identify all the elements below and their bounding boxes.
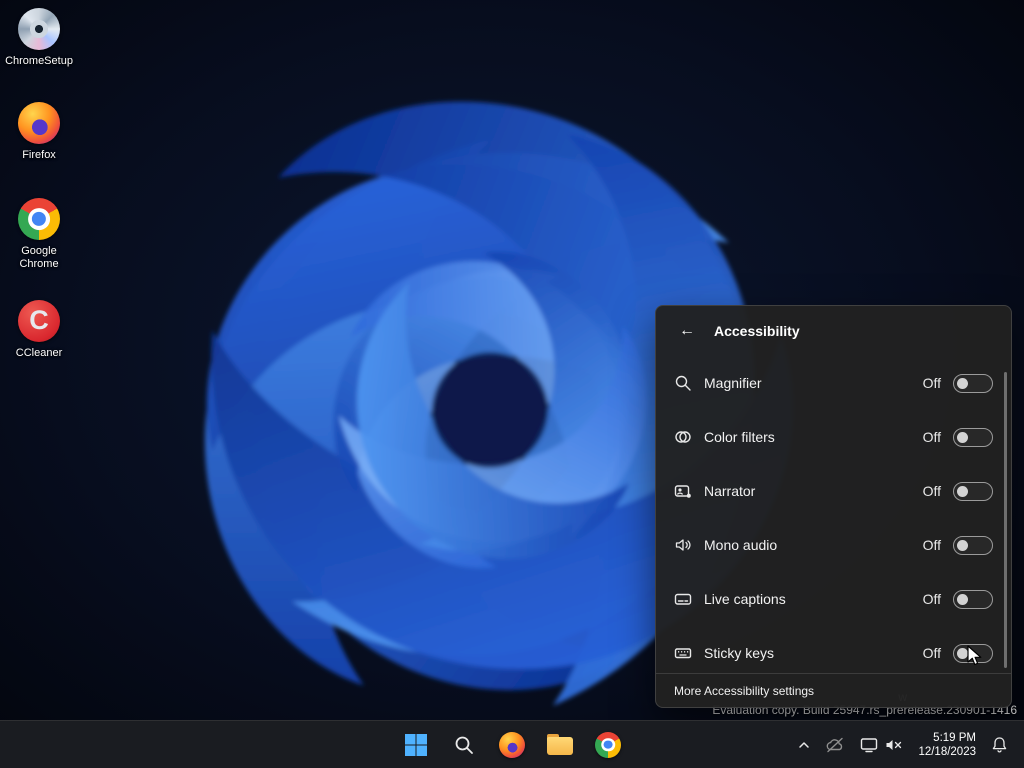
clock-button[interactable]: 5:19 PM 12/18/2023 <box>912 727 982 763</box>
accessibility-rows: Magnifier Off Color filters Off Narrator… <box>656 356 1011 680</box>
taskbar: 5:19 PM 12/18/2023 <box>0 720 1024 768</box>
desktop-icon-ccleaner[interactable]: C CCleaner <box>1 300 77 360</box>
firefox-icon <box>499 731 525 758</box>
toggle-knob <box>957 539 968 551</box>
desktop-icon-google-chrome[interactable]: Google Chrome <box>1 198 77 271</box>
ccleaner-icon: C <box>18 300 60 342</box>
panel-header: ← Accessibility <box>656 306 1011 356</box>
toggle-state-label: Off <box>922 483 941 499</box>
toggle-state-label: Off <box>922 429 941 445</box>
toggle-knob <box>957 377 968 389</box>
panel-title: Accessibility <box>714 323 800 339</box>
search-button[interactable] <box>445 726 483 764</box>
row-narrator: Narrator Off <box>674 464 993 518</box>
row-label: Mono audio <box>704 537 778 553</box>
mono-audio-icon <box>674 536 704 554</box>
cd-disc-icon <box>18 8 60 50</box>
color-filters-icon <box>674 428 704 446</box>
more-accessibility-settings-link[interactable]: More Accessibility settings <box>656 673 1011 707</box>
bell-icon <box>992 736 1007 752</box>
toggle-knob <box>957 593 968 605</box>
chevron-up-icon <box>799 741 810 748</box>
toggle-state-label: Off <box>922 645 941 661</box>
accessibility-flyout-panel: ← Accessibility Magnifier Off Color filt… <box>655 305 1012 708</box>
row-magnifier: Magnifier Off <box>674 356 993 410</box>
color-filters-toggle[interactable] <box>953 427 993 447</box>
toggle-knob <box>957 647 968 659</box>
taskbar-firefox-button[interactable] <box>493 726 531 764</box>
taskbar-chrome-button[interactable] <box>589 726 627 764</box>
back-arrow-icon[interactable]: ← <box>674 318 700 344</box>
narrator-icon <box>674 482 704 500</box>
desktop-icon-label: Firefox <box>22 149 56 161</box>
desktop-icon-label: Google Chrome <box>19 245 59 270</box>
toggle-state-label: Off <box>922 375 941 391</box>
panel-scrollbar[interactable] <box>1004 372 1007 668</box>
chrome-icon <box>595 731 621 758</box>
narrator-toggle[interactable] <box>953 481 993 501</box>
chrome-icon <box>18 198 60 240</box>
row-label: Sticky keys <box>704 645 775 661</box>
row-mono-audio: Mono audio Off <box>674 518 993 572</box>
cloud-offline-button[interactable] <box>819 727 851 763</box>
row-live-captions: Live captions Off <box>674 572 993 626</box>
taskbar-file-explorer-button[interactable] <box>541 726 579 764</box>
row-color-filters: Color filters Off <box>674 410 993 464</box>
clock-date: 12/18/2023 <box>918 745 976 758</box>
live-captions-icon <box>674 590 704 608</box>
display-icon <box>861 737 878 752</box>
toggle-state-label: Off <box>922 537 941 553</box>
file-explorer-icon <box>547 734 573 755</box>
toggle-state-label: Off <box>922 591 941 607</box>
row-label: Narrator <box>704 483 756 499</box>
windows-logo-icon <box>405 733 427 756</box>
desktop-icon-firefox[interactable]: Firefox <box>1 102 77 162</box>
firefox-icon <box>18 102 60 144</box>
start-button[interactable] <box>397 726 435 764</box>
desktop-icon-chromesetup[interactable]: ChromeSetup <box>1 8 77 68</box>
magnifier-toggle[interactable] <box>953 373 993 393</box>
system-tray: 5:19 PM 12/18/2023 <box>792 721 1024 768</box>
desktop-icon-label: ChromeSetup <box>5 55 73 67</box>
notification-center-button[interactable] <box>985 727 1014 763</box>
sticky-keys-toggle[interactable] <box>953 643 993 663</box>
toggle-knob <box>957 431 968 443</box>
hidden-icons-button[interactable] <box>792 727 816 763</box>
live-captions-toggle[interactable] <box>953 589 993 609</box>
toggle-knob <box>957 485 968 497</box>
clock-time: 5:19 PM <box>933 731 976 744</box>
row-label: Live captions <box>704 591 786 607</box>
desktop-icon-label: CCleaner <box>15 347 63 359</box>
mono-audio-toggle[interactable] <box>953 535 993 555</box>
taskbar-center-icons <box>397 721 627 768</box>
cloud-offline-icon <box>827 737 844 752</box>
volume-muted-icon <box>886 739 902 750</box>
search-icon <box>455 736 473 754</box>
sticky-keys-icon <box>674 644 704 662</box>
network-volume-button[interactable] <box>854 727 909 763</box>
row-label: Color filters <box>704 429 775 445</box>
row-label: Magnifier <box>704 375 762 391</box>
row-sticky-keys: Sticky keys Off <box>674 626 993 680</box>
magnifier-icon <box>674 374 704 392</box>
